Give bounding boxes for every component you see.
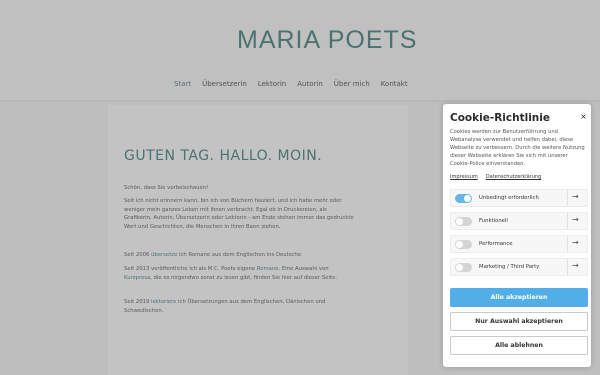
arrow-right-icon[interactable]: → bbox=[572, 215, 579, 224]
cookie-option-marketing[interactable]: Marketing / Third Party → bbox=[450, 258, 588, 276]
cookie-option-functional[interactable]: Funktionell → bbox=[450, 212, 588, 230]
cookie-dialog: Cookie-Richtlinie × Cookies werden zur B… bbox=[443, 104, 591, 367]
toggle-switch[interactable] bbox=[455, 194, 472, 203]
divider bbox=[567, 213, 568, 229]
toggle-knob bbox=[464, 195, 471, 202]
divider bbox=[567, 190, 568, 206]
cookie-option-performance[interactable]: Performance → bbox=[450, 235, 588, 253]
option-label: Marketing / Third Party bbox=[479, 264, 540, 270]
toggle-switch[interactable] bbox=[455, 240, 472, 249]
arrow-right-icon[interactable]: → bbox=[572, 261, 579, 270]
divider bbox=[567, 259, 568, 275]
divider bbox=[567, 236, 568, 252]
option-label: Funktionell bbox=[479, 218, 508, 224]
toggle-switch[interactable] bbox=[455, 263, 472, 272]
arrow-right-icon[interactable]: → bbox=[572, 238, 579, 247]
toggle-knob bbox=[456, 264, 463, 271]
reject-all-button[interactable]: Alle ablehnen bbox=[450, 336, 588, 355]
cookie-title: Cookie-Richtlinie bbox=[450, 112, 550, 124]
accept-all-button[interactable]: Alle akzeptieren bbox=[450, 288, 588, 307]
link-datenschutz[interactable]: Datenschutzerklärung bbox=[486, 174, 541, 180]
option-label: Unbedingt erforderlich bbox=[479, 195, 539, 201]
arrow-right-icon[interactable]: → bbox=[572, 192, 579, 201]
link-impressum[interactable]: Impressum bbox=[450, 174, 478, 180]
option-label: Performance bbox=[479, 241, 513, 247]
cookie-option-required[interactable]: Unbedingt erforderlich → bbox=[450, 189, 588, 207]
close-icon[interactable]: × bbox=[579, 112, 588, 121]
cookie-description: Cookies werden zur Benutzerführung und W… bbox=[450, 129, 585, 167]
cookie-links: Impressum Datenschutzerklärung bbox=[450, 174, 541, 180]
toggle-knob bbox=[456, 218, 463, 225]
toggle-switch[interactable] bbox=[455, 217, 472, 226]
toggle-knob bbox=[456, 241, 463, 248]
accept-selection-button[interactable]: Nur Auswahl akzeptieren bbox=[450, 312, 588, 331]
